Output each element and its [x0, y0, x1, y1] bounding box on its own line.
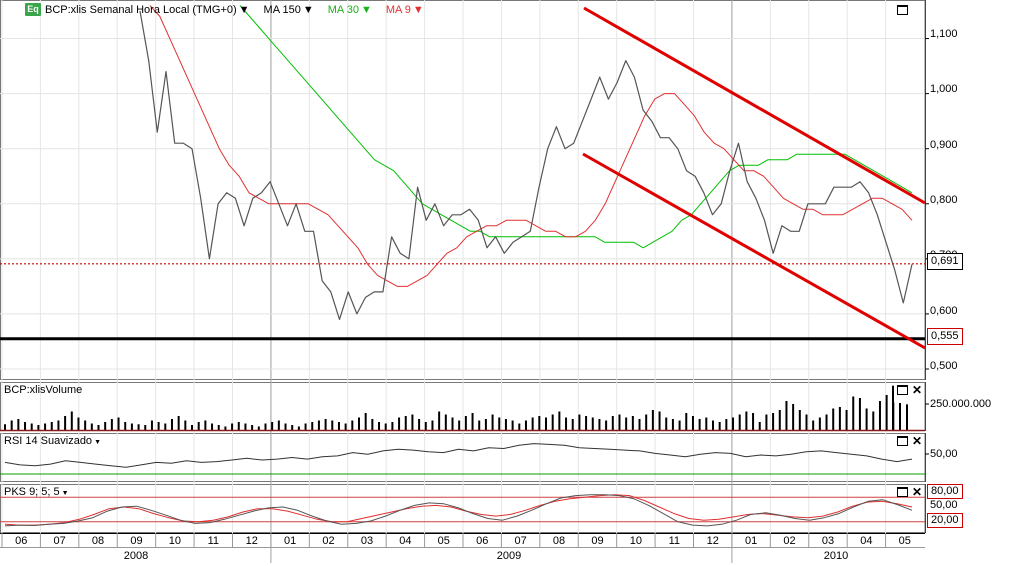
maximize-icon[interactable]: [897, 385, 908, 395]
chevron-down-icon[interactable]: ▼: [94, 439, 101, 446]
chevron-down-icon[interactable]: ▼: [413, 4, 424, 16]
maximize-icon[interactable]: [897, 436, 908, 446]
chevron-down-icon[interactable]: ▼: [361, 4, 372, 16]
chevron-down-icon[interactable]: ▼: [303, 4, 314, 16]
instrument-label[interactable]: BCP:xlis Semanal Hora Local (TMG+0) ▼: [45, 4, 250, 16]
month-label: 12: [246, 535, 258, 547]
close-icon[interactable]: ✕: [912, 384, 922, 396]
month-label: 06: [15, 535, 27, 547]
channel-upper-line: [583, 6, 926, 205]
price-legend: BCP:xlis Semanal Hora Local (TMG+0) ▼ MA …: [45, 3, 424, 17]
month-label: 06: [476, 535, 488, 547]
chevron-down-icon[interactable]: ▼: [239, 4, 250, 16]
month-label: 04: [860, 535, 872, 547]
maximize-icon[interactable]: [897, 5, 908, 15]
y-tick-label: 0,900: [930, 139, 958, 151]
rsi-panel-title[interactable]: RSI 14 Suavizado ▼: [4, 435, 101, 449]
month-label: 10: [169, 535, 181, 547]
chart-canvas: 06 07 08 09 10 11 12 01 02 03 04 05 06 07 08 09 10 11 12 01…: [0, 0, 929, 563]
pks-panel-title[interactable]: PKS 9; 5; 5 ▼: [4, 486, 69, 500]
pks-y-tick-low: 20,00: [927, 513, 963, 528]
month-label: 07: [515, 535, 527, 547]
month-label: 08: [92, 535, 104, 547]
month-label: 05: [438, 535, 450, 547]
ma30-label[interactable]: MA 30 ▼: [328, 4, 372, 16]
month-label: 07: [54, 535, 66, 547]
chart-window: 06 07 08 09 10 11 12 01 02 03 04 05 06 07 08 09 10 11 12 01…: [0, 0, 1024, 563]
month-label: 01: [745, 535, 757, 547]
pks-y-tick-mid: 50,00: [930, 499, 958, 511]
price-line: [139, 10, 913, 320]
pks-fast-line: [4, 494, 913, 527]
year-label: 2008: [124, 550, 148, 562]
month-label: 09: [130, 535, 142, 547]
month-label: 04: [399, 535, 411, 547]
month-label: 02: [322, 535, 334, 547]
close-icon[interactable]: ✕: [912, 486, 922, 498]
last-price-badge: 0,691: [927, 253, 963, 270]
support-level-badge: 0,555: [927, 328, 963, 345]
ma150-label[interactable]: MA 150 ▼: [264, 4, 314, 16]
month-label: 05: [899, 535, 911, 547]
volume-y-tick: 250.000.000: [930, 398, 992, 410]
month-label: 02: [783, 535, 795, 547]
y-tick-label: 1,000: [930, 83, 958, 95]
month-label: 03: [361, 535, 373, 547]
month-label: 11: [208, 535, 219, 547]
volume-panel-title: BCP:xlisVolume: [4, 384, 83, 396]
month-label: 12: [707, 535, 719, 547]
pks-slow-line: [4, 494, 913, 526]
month-label: 09: [591, 535, 603, 547]
ma9-label[interactable]: MA 9 ▼: [386, 4, 424, 16]
close-icon[interactable]: ✕: [912, 435, 922, 447]
pks-y-tick-high: 80,00: [927, 484, 963, 499]
month-label: 08: [553, 535, 565, 547]
chevron-down-icon[interactable]: ▼: [62, 490, 69, 497]
year-label: 2009: [497, 550, 521, 562]
y-tick-label: 0,500: [930, 360, 958, 372]
ma30-line: [239, 5, 913, 249]
month-label: 01: [284, 535, 296, 547]
month-label: 03: [822, 535, 834, 547]
y-tick-label: 1,100: [930, 28, 958, 40]
eq-badge[interactable]: Eq: [25, 3, 41, 16]
month-label: 11: [669, 535, 680, 547]
channel-lower-line: [582, 152, 926, 350]
month-label: 10: [630, 535, 642, 547]
ma9-line: [149, 5, 913, 287]
maximize-icon[interactable]: [897, 487, 908, 497]
rsi-line: [4, 443, 913, 468]
y-tick-label: 0,800: [930, 194, 958, 206]
rsi-y-tick: 50,00: [930, 448, 958, 460]
year-label: 2010: [824, 550, 848, 562]
y-tick-label: 0,600: [930, 305, 958, 317]
